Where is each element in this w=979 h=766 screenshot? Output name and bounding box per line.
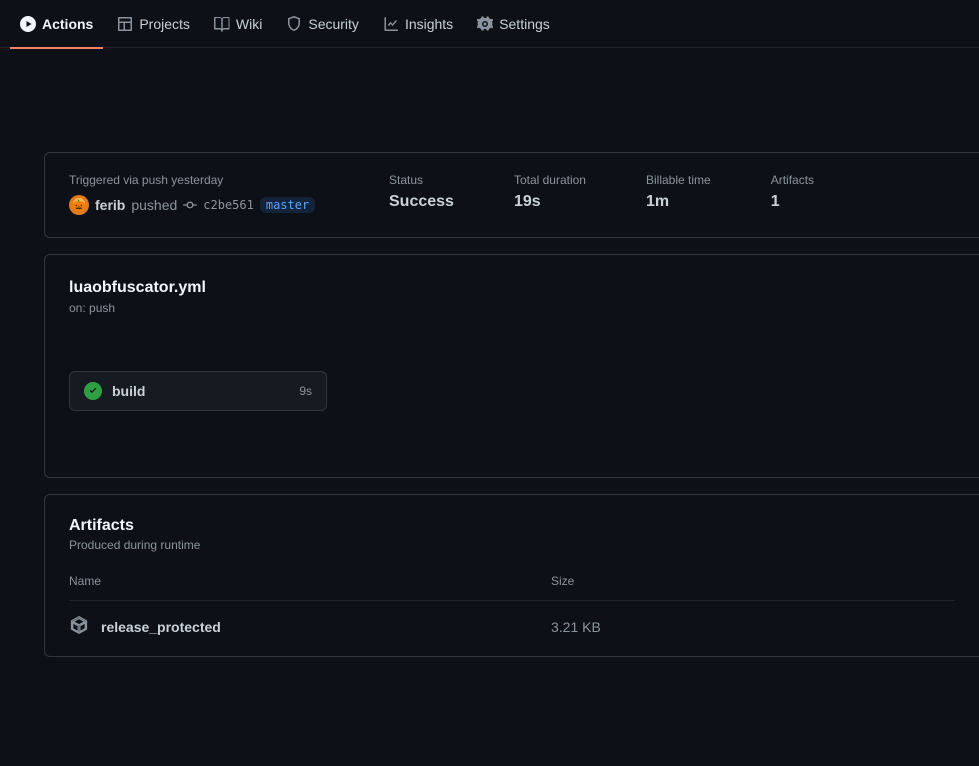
duration-value[interactable]: 19s [514,193,586,211]
package-icon [69,615,89,638]
workflow-graph-box: luaobfuscator.yml on: push build 9s [44,254,979,478]
check-circle-icon [84,382,102,400]
col-header-size: Size [551,574,574,588]
book-icon [214,16,230,32]
col-header-name: Name [69,574,551,588]
tab-projects[interactable]: Projects [107,0,200,48]
tab-label: Projects [139,16,190,32]
actor-link[interactable]: ferib [95,197,125,213]
artifacts-box: Artifacts Produced during runtime Name S… [44,494,979,657]
status-value: Success [389,193,454,211]
billable-value[interactable]: 1m [646,193,711,211]
job-name: build [112,383,289,399]
artifacts-table-header: Name Size [69,574,955,600]
artifact-size: 3.21 KB [551,619,601,635]
artifact-row: release_protected 3.21 KB [69,600,955,656]
tab-label: Wiki [236,16,262,32]
tab-label: Security [308,16,359,32]
repo-tab-nav: Actions Projects Wiki Security Insights … [0,0,979,48]
workflow-trigger: on: push [69,301,955,315]
status-label: Status [389,173,454,187]
table-icon [117,16,133,32]
actor-avatar[interactable]: 🎃 [69,195,89,215]
play-icon [20,16,36,32]
branch-badge[interactable]: master [260,197,315,213]
graph-icon [383,16,399,32]
artifacts-count-value[interactable]: 1 [771,193,814,211]
tab-label: Settings [499,16,550,32]
trigger-text: Triggered via push yesterday [69,173,329,187]
workflow-filename[interactable]: luaobfuscator.yml [69,279,955,297]
tab-label: Actions [42,16,93,32]
commit-icon [183,198,197,212]
commit-sha-link[interactable]: c2be561 [203,198,254,212]
artifacts-count-label: Artifacts [771,173,814,187]
artifact-name: release_protected [101,619,221,635]
artifacts-subtitle: Produced during runtime [69,538,955,552]
tab-label: Insights [405,16,453,32]
tab-insights[interactable]: Insights [373,0,463,48]
job-duration: 9s [299,384,312,398]
shield-icon [286,16,302,32]
tab-actions[interactable]: Actions [10,0,103,48]
run-summary-box: Triggered via push yesterday 🎃 ferib pus… [44,152,979,238]
job-card-build[interactable]: build 9s [69,371,327,411]
artifact-download-link[interactable]: release_protected [69,615,551,638]
artifacts-title: Artifacts [69,517,955,535]
tab-settings[interactable]: Settings [467,0,560,48]
gear-icon [477,16,493,32]
tab-security[interactable]: Security [276,0,369,48]
pushed-text: pushed [131,197,177,213]
duration-label: Total duration [514,173,586,187]
tab-wiki[interactable]: Wiki [204,0,272,48]
billable-label: Billable time [646,173,711,187]
